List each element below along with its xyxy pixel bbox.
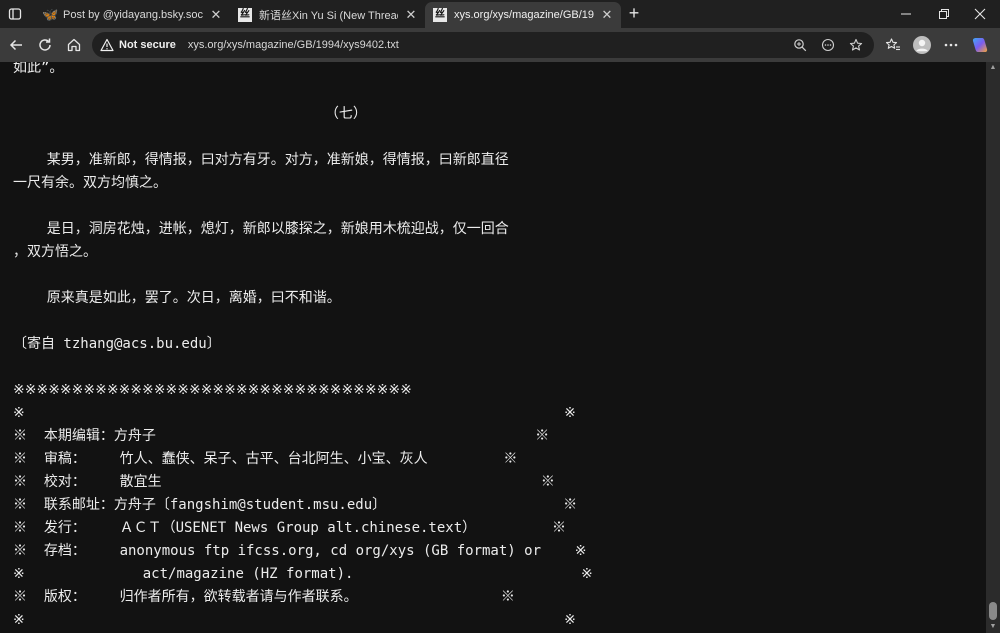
- zoom-button[interactable]: [790, 35, 810, 55]
- scroll-up-icon[interactable]: ▲: [989, 64, 997, 72]
- xys-logo-icon: 丝: [433, 8, 447, 22]
- tab-title: Post by @yidayang.bsky.social —: [63, 9, 203, 21]
- minimize-icon: [901, 13, 911, 15]
- ellipsis-circle-icon: [821, 38, 835, 52]
- tab-title: xys.org/xys/magazine/GB/1994/xy: [454, 9, 594, 21]
- document-line: ※ act/magazine (HZ format). ※: [13, 566, 593, 582]
- close-icon[interactable]: ✕: [210, 7, 222, 23]
- site-security-indicator[interactable]: Not secure: [100, 38, 176, 52]
- browser-toolbar: Not secure xys.org/xys/magazine/GB/1994/…: [0, 28, 1000, 62]
- address-bar-actions: [790, 35, 866, 55]
- tab-xys-home[interactable]: 丝 新语丝Xin Yu Si (New Threads) Ho ✕: [230, 2, 425, 28]
- document-line: ※ 校对： 散宜生 ※: [13, 474, 555, 490]
- scroll-down-icon[interactable]: ▼: [989, 623, 997, 631]
- butterfly-icon: 🦋: [42, 7, 59, 22]
- zoom-icon: [794, 39, 807, 52]
- refresh-icon: [39, 38, 51, 51]
- profile-button[interactable]: [910, 33, 934, 57]
- star-icon: [849, 38, 863, 51]
- new-tab-button[interactable]: +: [624, 3, 644, 23]
- tab-xys-magazine[interactable]: 丝 xys.org/xys/magazine/GB/1994/xy ✕: [425, 2, 621, 28]
- close-icon[interactable]: ✕: [405, 7, 417, 23]
- document-line: ※ 本期编辑：方舟子 ※: [13, 428, 550, 444]
- back-arrow-icon: [9, 39, 22, 51]
- plus-icon: +: [628, 3, 640, 23]
- close-icon[interactable]: ✕: [601, 7, 613, 23]
- warning-icon: [100, 38, 114, 52]
- document-line: 某男，准新郎，得情报，曰对方有牙。对方，准新娘，得情报，曰新郎直径: [13, 152, 509, 168]
- document-line: ※ 发行： ＡＣＴ（USENET News Group alt.chinese.…: [13, 520, 567, 536]
- text-document: 如此”。 （七） 某男，准新郎，得情报，曰对方有牙。对方，准新娘，得情报，曰新郎…: [13, 62, 593, 633]
- vertical-scrollbar[interactable]: ▲ ▼: [986, 62, 1000, 633]
- copilot-button[interactable]: [968, 33, 992, 57]
- home-icon: [67, 38, 81, 52]
- document-line: （七）: [13, 106, 367, 122]
- more-horizontal-icon: [944, 43, 958, 47]
- copilot-icon: [972, 38, 988, 52]
- close-window-button[interactable]: [958, 0, 1000, 28]
- back-button[interactable]: [4, 33, 28, 57]
- address-bar[interactable]: Not secure xys.org/xys/magazine/GB/1994/…: [92, 32, 874, 58]
- tab-title: 新语丝Xin Yu Si (New Threads) Ho: [259, 10, 398, 22]
- document-line: 是日，洞房花烛，进帐，熄灯，新郎以膝探之，新娘用木梳迎战，仅一回合: [13, 221, 509, 237]
- document-line: 〔寄自 tzhang@acs.bu.edu〕: [13, 336, 221, 352]
- document-line: ※ 联系邮址：方舟子〔fangshim@student.msu.edu〕 ※: [13, 497, 578, 513]
- security-label: Not secure: [119, 39, 176, 51]
- document-line: ※ 存档： anonymous ftp ifcss.org, cd org/xy…: [13, 543, 587, 559]
- scroll-thumb[interactable]: [989, 602, 997, 620]
- document-line: ，双方悟之。: [13, 244, 97, 260]
- tab-bluesky-post[interactable]: 🦋 Post by @yidayang.bsky.social — ✕: [34, 2, 230, 28]
- restore-icon: [939, 9, 949, 19]
- document-line: ※ 审稿： 竹人、蠢侠、呆子、古平、台北阿生、小宝、灰人 ※: [13, 451, 518, 467]
- document-line: 原来真是如此，罢了。次日，离婚，曰不和谐。: [13, 290, 341, 306]
- favorites-button[interactable]: [881, 33, 905, 57]
- document-line: 如此”。: [13, 62, 64, 76]
- tab-strip: 🦋 Post by @yidayang.bsky.social — ✕ 丝 新语…: [0, 0, 1000, 28]
- favorite-button[interactable]: [846, 35, 866, 55]
- refresh-button[interactable]: [33, 33, 57, 57]
- more-tools-button[interactable]: [818, 35, 838, 55]
- document-line: 一尺有余。双方均慎之。: [13, 175, 167, 191]
- settings-menu-button[interactable]: [939, 33, 963, 57]
- document-line: ※ ※: [13, 612, 576, 628]
- home-button[interactable]: [62, 33, 86, 57]
- document-line: ※※※※※※※※※※※※※※※※※※※※※※※※※※※※※※※※※※: [13, 382, 412, 398]
- xys-logo-icon: 丝: [238, 8, 252, 22]
- page-content: 如此”。 （七） 某男，准新郎，得情报，曰对方有牙。对方，准新娘，得情报，曰新郎…: [0, 62, 986, 633]
- close-icon: [974, 8, 986, 20]
- document-line: ※ ※: [13, 405, 576, 421]
- favorites-star-list-icon: [885, 38, 900, 51]
- avatar-icon: [913, 36, 931, 54]
- tab-actions-icon: [8, 8, 22, 20]
- document-line: ※ 版权： 归作者所有，欲转载者请与作者联系。 ※: [13, 589, 515, 605]
- url-text[interactable]: xys.org/xys/magazine/GB/1994/xys9402.txt: [188, 39, 399, 51]
- tab-actions-button[interactable]: [6, 6, 24, 22]
